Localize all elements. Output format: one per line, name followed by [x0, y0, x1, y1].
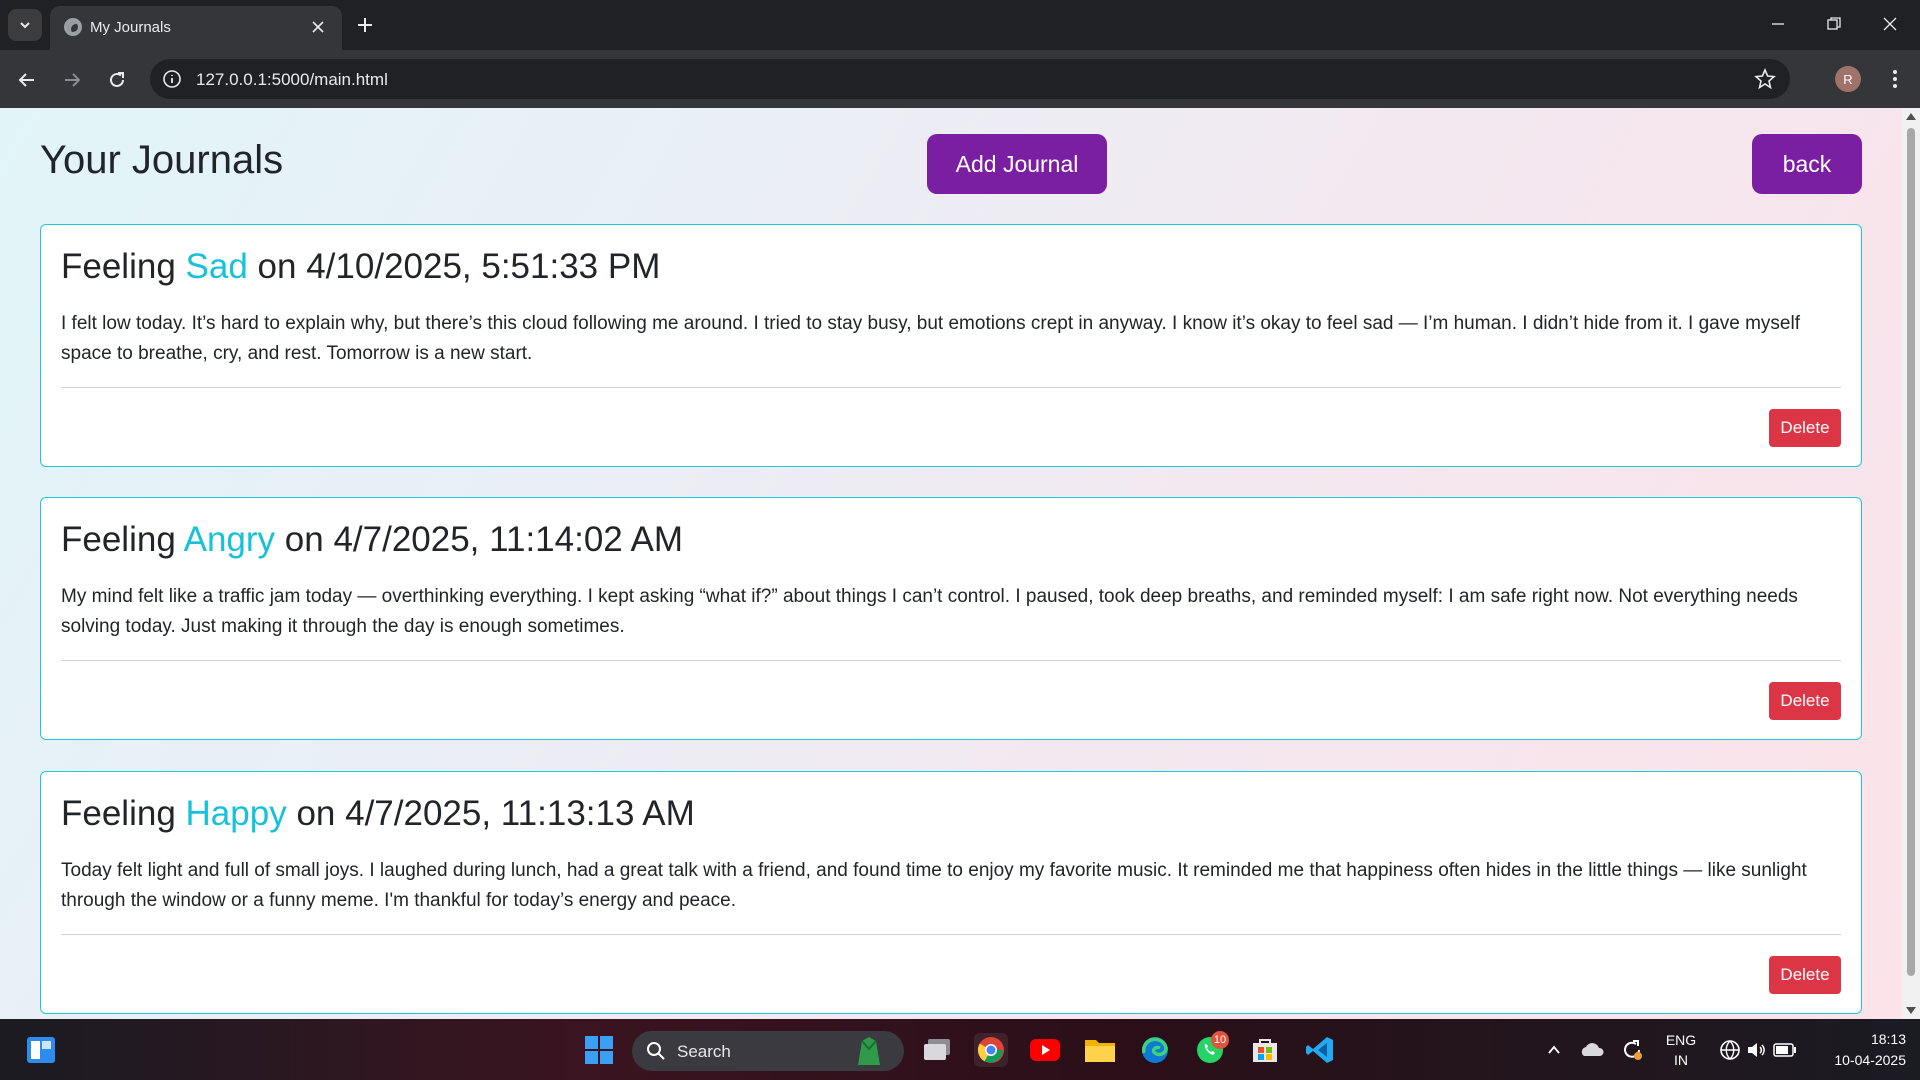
close-icon — [312, 21, 324, 33]
restore-icon — [1827, 17, 1841, 30]
heading-prefix: Feeling — [61, 520, 176, 559]
mood-label: Sad — [185, 247, 248, 286]
heading-connector: on — [284, 520, 324, 559]
search-label: Search — [677, 1042, 731, 1061]
task-view-icon[interactable] — [920, 1033, 954, 1067]
add-journal-button[interactable]: Add Journal — [927, 134, 1107, 194]
journal-text: Today felt light and full of small joys.… — [61, 860, 1807, 911]
journal-datetime: 4/10/2025, 5:51:33 PM — [306, 247, 661, 286]
minimize-button[interactable] — [1750, 0, 1806, 48]
journal-card: Feeling Angry on 4/7/2025, 11:14:02 AM M… — [40, 497, 1862, 740]
delete-button[interactable]: Delete — [1769, 409, 1841, 447]
clock-date[interactable]: 10-04-2025 — [1810, 1052, 1906, 1068]
profile-avatar[interactable]: R — [1835, 66, 1861, 92]
sync-icon[interactable] — [1615, 1033, 1649, 1067]
site-info-icon[interactable] — [162, 69, 182, 94]
arrow-left-icon — [18, 73, 34, 87]
scroll-down-arrow-icon[interactable] — [1906, 1007, 1916, 1014]
bookmark-star-icon[interactable] — [1754, 67, 1776, 95]
chevron-up-icon[interactable] — [1537, 1033, 1571, 1067]
youtube-icon[interactable] — [1028, 1033, 1062, 1067]
journal-heading: Feeling Happy on 4/7/2025, 11:13:13 AM — [61, 794, 695, 834]
page-scrollbar[interactable] — [1902, 108, 1920, 1019]
journal-heading: Feeling Angry on 4/7/2025, 11:14:02 AM — [61, 520, 683, 560]
journal-card: Feeling Sad on 4/10/2025, 5:51:33 PM I f… — [40, 224, 1862, 467]
card-divider — [61, 387, 1841, 388]
card-divider — [61, 934, 1841, 935]
store-icon[interactable] — [1248, 1033, 1282, 1067]
minimize-icon — [1772, 23, 1784, 25]
tab-close-button[interactable] — [306, 15, 330, 39]
scroll-up-arrow-icon[interactable] — [1906, 113, 1916, 120]
mood-label: Angry — [183, 520, 276, 559]
journal-card: Feeling Happy on 4/7/2025, 11:13:13 AM T… — [40, 771, 1862, 1014]
windows-taskbar: Search 10 ENG IN 18:13 10-04-2025 — [0, 1019, 1920, 1080]
browser-tab[interactable]: My Journals — [50, 6, 342, 50]
taskbar-search-box[interactable]: Search — [632, 1031, 904, 1071]
delete-button[interactable]: Delete — [1769, 682, 1841, 720]
plus-icon — [358, 18, 372, 32]
file-explorer-icon[interactable] — [1083, 1033, 1117, 1067]
tab-search-button[interactable] — [8, 9, 42, 41]
browser-toolbar: 127.0.0.1:5000/main.html R — [0, 50, 1920, 108]
back-button[interactable]: back — [1752, 134, 1862, 194]
onedrive-icon[interactable] — [1575, 1033, 1609, 1067]
mood-label: Happy — [185, 794, 287, 833]
page-title: Your Journals — [40, 138, 284, 182]
more-vertical-icon — [1893, 70, 1897, 88]
journal-text: My mind felt like a traffic jam today — … — [61, 586, 1798, 637]
address-bar[interactable]: 127.0.0.1:5000/main.html — [150, 59, 1790, 99]
back-nav-button[interactable] — [10, 63, 44, 97]
language-top[interactable]: ENG — [1660, 1032, 1702, 1048]
notification-badge: 10 — [1211, 1031, 1229, 1049]
new-tab-button[interactable] — [350, 10, 380, 40]
card-divider — [61, 660, 1841, 661]
close-icon — [1883, 17, 1897, 31]
edge-icon[interactable] — [1138, 1033, 1172, 1067]
close-window-button[interactable] — [1862, 0, 1918, 48]
delete-button[interactable]: Delete — [1769, 956, 1841, 994]
journal-datetime: 4/7/2025, 11:14:02 AM — [333, 520, 684, 559]
heading-prefix: Feeling — [61, 247, 176, 286]
journal-datetime: 4/7/2025, 11:13:13 AM — [345, 794, 695, 833]
heading-connector: on — [257, 247, 297, 286]
scrollbar-thumb[interactable] — [1907, 128, 1915, 976]
chrome-taskbar-icon[interactable] — [974, 1033, 1008, 1067]
search-highlight-icon — [858, 1037, 880, 1065]
search-icon — [647, 1042, 665, 1060]
globe-icon — [64, 18, 82, 36]
forward-nav-button[interactable] — [55, 63, 89, 97]
widgets-icon[interactable] — [24, 1033, 58, 1067]
tab-title: My Journals — [90, 19, 171, 36]
page-viewport: Your Journals Add Journal back Feeling S… — [0, 108, 1902, 1019]
reload-icon — [110, 72, 124, 87]
browser-menu-button[interactable] — [1880, 64, 1910, 94]
vscode-icon[interactable] — [1303, 1033, 1337, 1067]
chevron-down-icon — [20, 22, 30, 29]
browser-tab-bar: My Journals — [0, 0, 1920, 50]
clock-time[interactable]: 18:13 — [1810, 1031, 1906, 1047]
heading-prefix: Feeling — [61, 794, 176, 833]
language-bottom[interactable]: IN — [1660, 1052, 1702, 1068]
url-text: 127.0.0.1:5000/main.html — [196, 70, 388, 89]
arrow-right-icon — [65, 73, 81, 87]
heading-connector: on — [296, 794, 336, 833]
reload-button[interactable] — [100, 63, 134, 97]
battery-icon[interactable] — [1768, 1033, 1802, 1067]
journal-heading: Feeling Sad on 4/10/2025, 5:51:33 PM — [61, 247, 660, 287]
start-windows-icon[interactable] — [582, 1033, 616, 1067]
restore-button[interactable] — [1806, 0, 1862, 48]
journal-text: I felt low today. It’s hard to explain w… — [61, 313, 1800, 364]
